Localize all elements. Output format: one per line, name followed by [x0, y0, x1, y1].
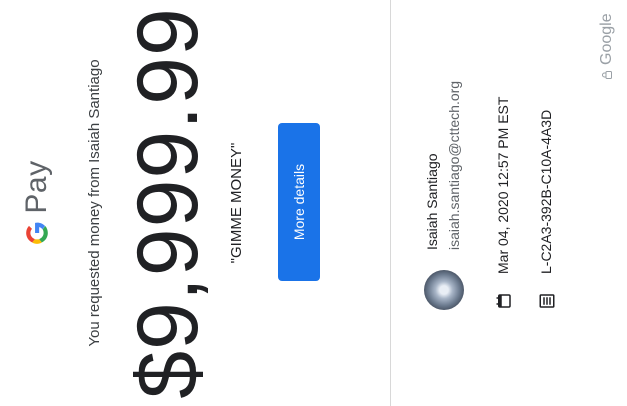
google-footer: Google — [598, 13, 616, 81]
google-label: Google — [598, 13, 615, 65]
divider — [390, 0, 391, 406]
receipt-icon — [539, 294, 555, 308]
google-g-icon — [26, 222, 48, 244]
payment-request-card: Pay You requested money from Isaiah Sant… — [0, 0, 627, 406]
transaction-id: L-C2A3-392B-C10A-4A3D — [538, 109, 554, 274]
pay-label: Pay — [20, 160, 53, 214]
calendar-icon — [496, 294, 511, 308]
gpay-logo: Pay — [20, 0, 54, 406]
amount: $9,999.99 — [120, 7, 216, 399]
avatar — [424, 270, 464, 310]
request-message: You requested money from Isaiah Santiago — [86, 59, 103, 347]
transaction-date: Mar 04, 2020 12:57 PM EST — [495, 96, 511, 274]
more-details-button[interactable]: More details — [278, 123, 320, 281]
lock-icon — [602, 71, 612, 79]
contact-name: Isaiah Santiago — [424, 153, 440, 250]
contact-email: isaiah.santiago@cttech.org — [446, 80, 462, 250]
request-note: "GIMME MONEY" — [228, 142, 245, 264]
